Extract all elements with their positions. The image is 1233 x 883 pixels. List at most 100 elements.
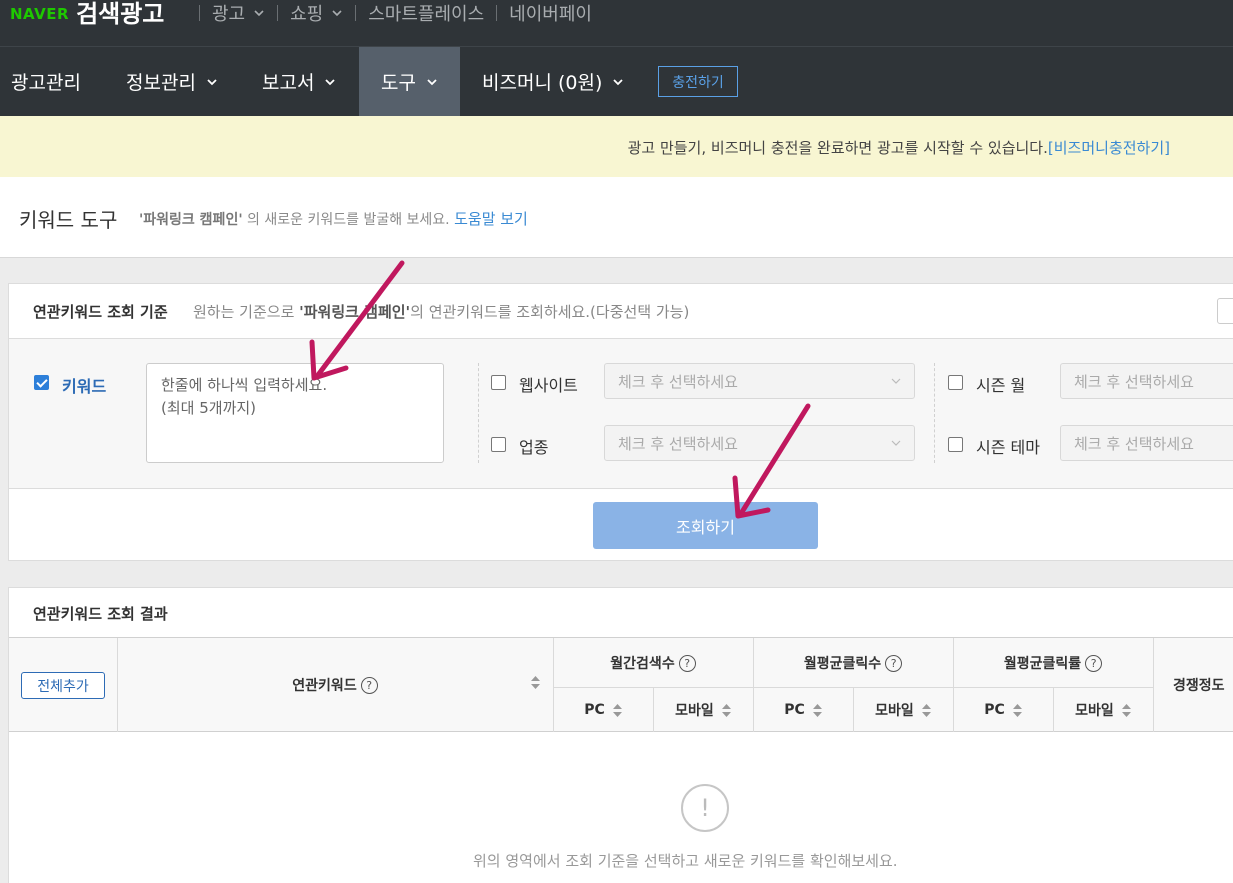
select-placeholder: 체크 후 선택하세요 — [618, 372, 738, 391]
industry-label: 업종 — [519, 438, 549, 457]
chevron-down-icon — [325, 78, 336, 85]
column-label: 모바일 — [675, 703, 714, 719]
main-nav: 광고관리 정보관리 보고서 도구 비즈머니 (0원) 충전하기 — [0, 47, 1233, 116]
page-header: 키워드 도구 '파워링크 캠페인' 의 새로운 키워드를 발굴해 보세요. 도움… — [0, 177, 1233, 258]
sort-icon — [812, 703, 822, 717]
subcolumn-ctr-mobile[interactable]: 모바일 — [1053, 688, 1153, 732]
nav-item-label: 광고관리 — [11, 72, 81, 94]
column-label: 모바일 — [1075, 703, 1114, 719]
nav-item-bizmoney[interactable]: 비즈머니 (0원) — [482, 47, 624, 116]
help-icon[interactable]: ? — [678, 654, 696, 672]
chevron-down-icon — [613, 78, 623, 85]
criteria-panel: 연관키워드 조회 기준 원하는 기준으로 '파워링크 캠페인'의 연관키워드를 … — [8, 283, 1233, 561]
notice-bar: 광고 만들기, 비즈머니 충전을 완료하면 광고를 시작할 수 있습니다.[비즈… — [0, 116, 1233, 177]
results-panel: 연관키워드 조회 결과 전체추가 연관키워드 ? 월간검색수 ? 월평균클릭수 … — [8, 587, 1233, 883]
keyword-label: 키워드 — [62, 377, 107, 396]
charge-button[interactable]: 충전하기 — [658, 66, 738, 97]
season-theme-checkbox[interactable] — [948, 437, 963, 452]
page-subtitle: '파워링크 캠페인' 의 새로운 키워드를 발굴해 보세요. 도움말 보기 — [139, 208, 528, 229]
season-month-label: 시즌 월 — [976, 376, 1026, 395]
nav-item-label: 도구 — [381, 72, 416, 94]
criteria-header: 연관키워드 조회 기준 원하는 기준으로 '파워링크 캠페인'의 연관키워드를 … — [9, 284, 1233, 339]
chevron-down-icon — [207, 78, 217, 85]
subtitle-text: 의 새로운 키워드를 발굴해 보세요. — [242, 212, 455, 228]
nav-item-label: 정보관리 — [126, 72, 196, 94]
season-theme-select[interactable]: 체크 후 선택하세요 — [1060, 425, 1233, 461]
chevron-down-icon — [332, 10, 342, 17]
select-placeholder: 체크 후 선택하세요 — [1074, 434, 1194, 453]
column-label: 월간검색수 — [610, 656, 675, 672]
industry-select[interactable]: 체크 후 선택하세요 — [604, 425, 915, 461]
add-all-button[interactable]: 전체추가 — [21, 672, 105, 699]
sort-icon — [1012, 703, 1022, 717]
nav-item-label: 비즈머니 (0원) — [482, 72, 603, 94]
collapse-toggle-button[interactable] — [1217, 298, 1233, 324]
bizmoney-charge-link[interactable]: [비즈머니충전하기] — [1048, 139, 1170, 157]
criteria-body: 키워드 한줄에 하나씩 입력하세요. (최대 5개까지) 웹사이트 체크 후 선… — [9, 339, 1233, 489]
column-label: PC — [784, 702, 805, 718]
topnav-item-label: 스마트플레이스 — [368, 4, 485, 25]
topnav-item-label: 광고 — [212, 4, 246, 25]
help-link[interactable]: 도움말 보기 — [454, 210, 528, 228]
column-keyword[interactable]: 연관키워드 ? — [117, 638, 553, 732]
keyword-checkbox[interactable] — [34, 375, 49, 390]
divider — [277, 5, 279, 21]
help-icon[interactable]: ? — [360, 676, 378, 694]
website-checkbox[interactable] — [491, 375, 506, 390]
column-label: 월평균클릭률 — [1003, 656, 1082, 672]
divider — [934, 363, 935, 463]
topnav-item-smartplace[interactable]: 스마트플레이스 — [368, 0, 484, 26]
column-competition[interactable]: 경쟁정도 — [1153, 638, 1233, 732]
desc-campaign: '파워링크 캠페인' — [299, 303, 411, 321]
empty-message: 위의 영역에서 조회 기준을 선택하고 새로운 키워드를 확인해보세요. — [473, 852, 898, 870]
sort-icon — [1121, 703, 1131, 717]
sort-icon[interactable] — [531, 676, 540, 689]
subcolumn-clicks-mobile[interactable]: 모바일 — [853, 688, 953, 732]
column-label: PC — [584, 702, 605, 718]
divider — [199, 5, 200, 21]
subcolumn-search-pc[interactable]: PC — [553, 688, 653, 732]
search-button[interactable]: 조회하기 — [593, 502, 818, 549]
results-header: 연관키워드 조회 결과 — [9, 588, 1233, 638]
campaign-name: '파워링크 캠페인' — [139, 212, 243, 228]
nav-item-reports[interactable]: 보고서 — [262, 47, 336, 116]
nav-item-ad-management[interactable]: 광고관리 — [11, 47, 81, 116]
brand-title[interactable]: 검색광고 — [76, 2, 164, 26]
industry-checkbox[interactable] — [491, 437, 506, 452]
topnav-item-shopping[interactable]: 쇼핑 — [290, 0, 343, 26]
brand[interactable]: NAVER 검색광고 — [10, 0, 164, 28]
help-icon[interactable]: ? — [1085, 654, 1103, 672]
naver-logo[interactable]: NAVER — [10, 5, 69, 23]
column-label: 모바일 — [875, 703, 914, 719]
subcolumn-clicks-pc[interactable]: PC — [753, 688, 853, 732]
exclamation-icon: ! — [681, 784, 729, 832]
nav-item-label: 보고서 — [262, 72, 315, 94]
season-month-select[interactable]: 체크 후 선택하세요 — [1060, 363, 1233, 399]
chevron-down-icon — [891, 378, 901, 384]
column-label: 월평균클릭수 — [803, 656, 882, 672]
notice-text: 광고 만들기, 비즈머니 충전을 완료하면 광고를 시작할 수 있습니다.[비즈… — [628, 137, 1170, 158]
divider — [355, 5, 357, 21]
season-month-checkbox[interactable] — [948, 375, 963, 390]
topnav-item-label: 쇼핑 — [290, 4, 324, 25]
column-monthly-search: 월간검색수 ? — [553, 638, 753, 688]
chevron-down-icon — [891, 440, 901, 446]
subcolumn-ctr-pc[interactable]: PC — [953, 688, 1053, 732]
top-bar: NAVER 검색광고 광고 쇼핑 스마트플레이스 네이버페이 — [0, 0, 1233, 47]
chevron-down-icon — [254, 10, 264, 17]
subcolumn-search-mobile[interactable]: 모바일 — [653, 688, 753, 732]
sort-icon — [921, 703, 931, 717]
help-icon[interactable]: ? — [885, 654, 903, 672]
criteria-description: 원하는 기준으로 '파워링크 캠페인'의 연관키워드를 조회하세요.(다중선택 … — [193, 301, 689, 322]
topnav-item-naverpay[interactable]: 네이버페이 — [509, 0, 592, 26]
website-label: 웹사이트 — [519, 376, 578, 395]
notice-message: 광고 만들기, 비즈머니 충전을 완료하면 광고를 시작할 수 있습니다. — [627, 139, 1048, 157]
keyword-textarea[interactable]: 한줄에 하나씩 입력하세요. (최대 5개까지) — [146, 363, 444, 463]
select-placeholder: 체크 후 선택하세요 — [1074, 372, 1194, 391]
topnav-item-ads[interactable]: 광고 — [212, 0, 265, 26]
website-select[interactable]: 체크 후 선택하세요 — [604, 363, 915, 399]
column-avg-ctr: 월평균클릭률 ? — [953, 638, 1153, 688]
nav-item-tools[interactable]: 도구 — [359, 47, 460, 116]
nav-item-info-management[interactable]: 정보관리 — [126, 47, 218, 116]
criteria-title: 연관키워드 조회 기준 — [33, 303, 168, 321]
